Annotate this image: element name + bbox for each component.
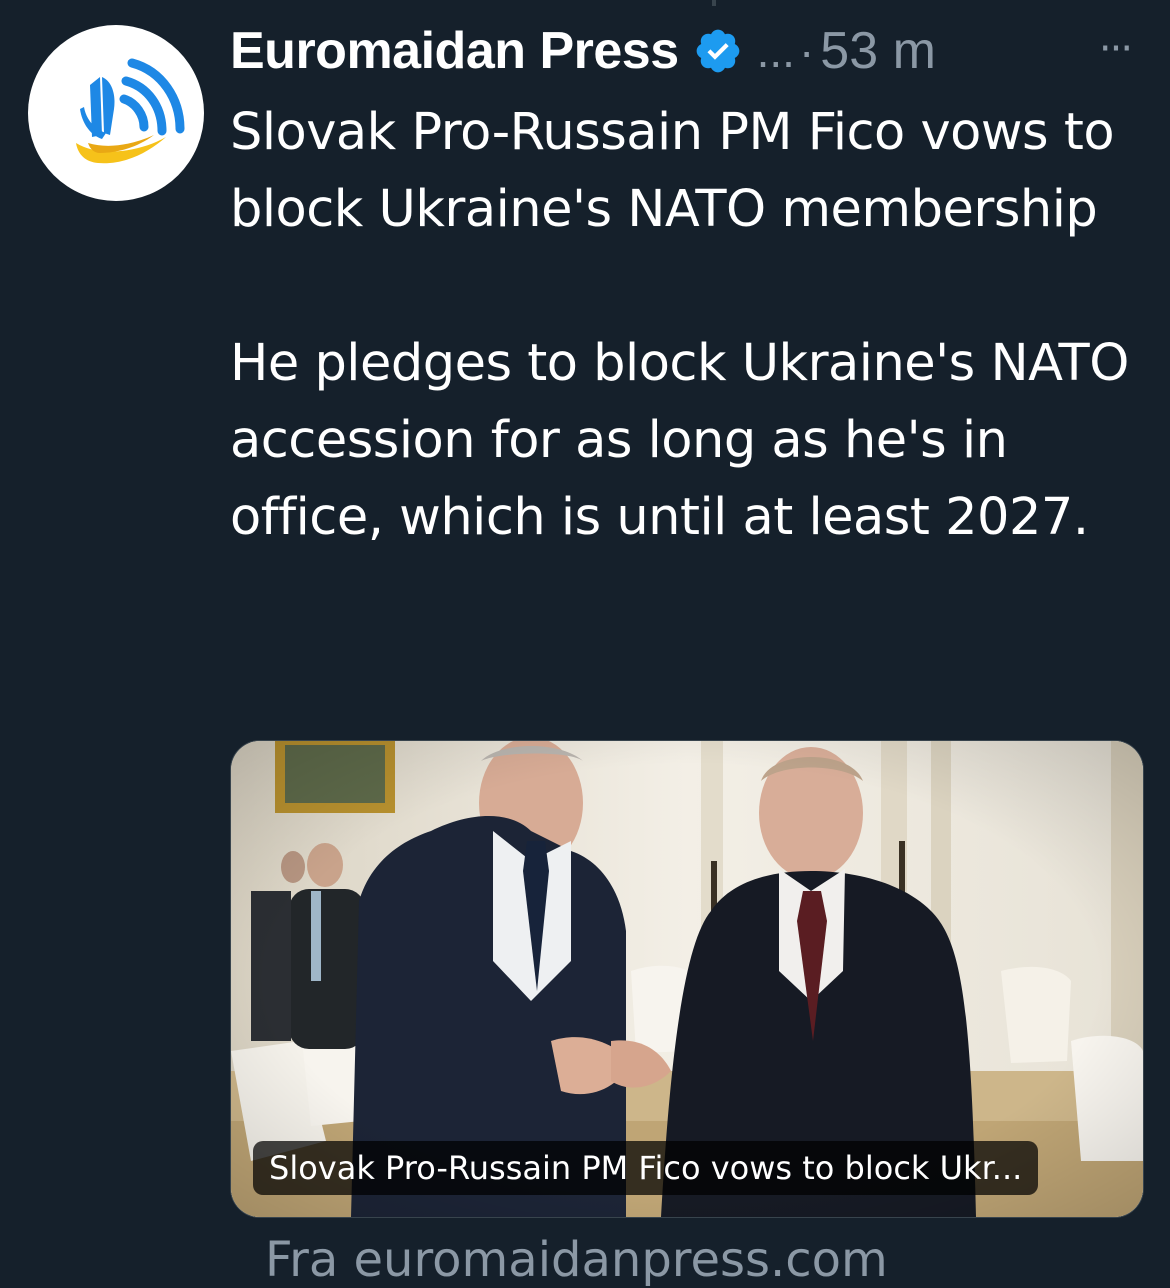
euromaidan-logo-icon (76, 58, 185, 164)
tweet-paragraph-1: Slovak Pro-Russain PM Fico vows to block… (230, 103, 1115, 239)
verified-badge-icon (693, 26, 743, 76)
author-handle[interactable]: ... (757, 24, 795, 78)
tweet-header: Euromaidan Press ... · 53 m (230, 18, 1150, 84)
avatar[interactable] (28, 25, 204, 201)
tweet-text: Slovak Pro-Russain PM Fico vows to block… (230, 94, 1150, 556)
author-name[interactable]: Euromaidan Press (230, 21, 679, 81)
separator-dot: · (798, 25, 815, 77)
more-dots-icon[interactable]: ··· (1090, 24, 1140, 74)
thread-connector-line (712, 0, 716, 6)
link-card-image[interactable]: Slovak Pro-Russain PM Fico vows to block… (230, 740, 1144, 1218)
timestamp[interactable]: 53 m (820, 21, 936, 81)
source-link[interactable]: Fra euromaidanpress.com (265, 1232, 888, 1288)
card-caption[interactable]: Slovak Pro-Russain PM Fico vows to block… (253, 1141, 1039, 1195)
tweet-paragraph-2: He pledges to block Ukraine's NATO acces… (230, 334, 1129, 547)
